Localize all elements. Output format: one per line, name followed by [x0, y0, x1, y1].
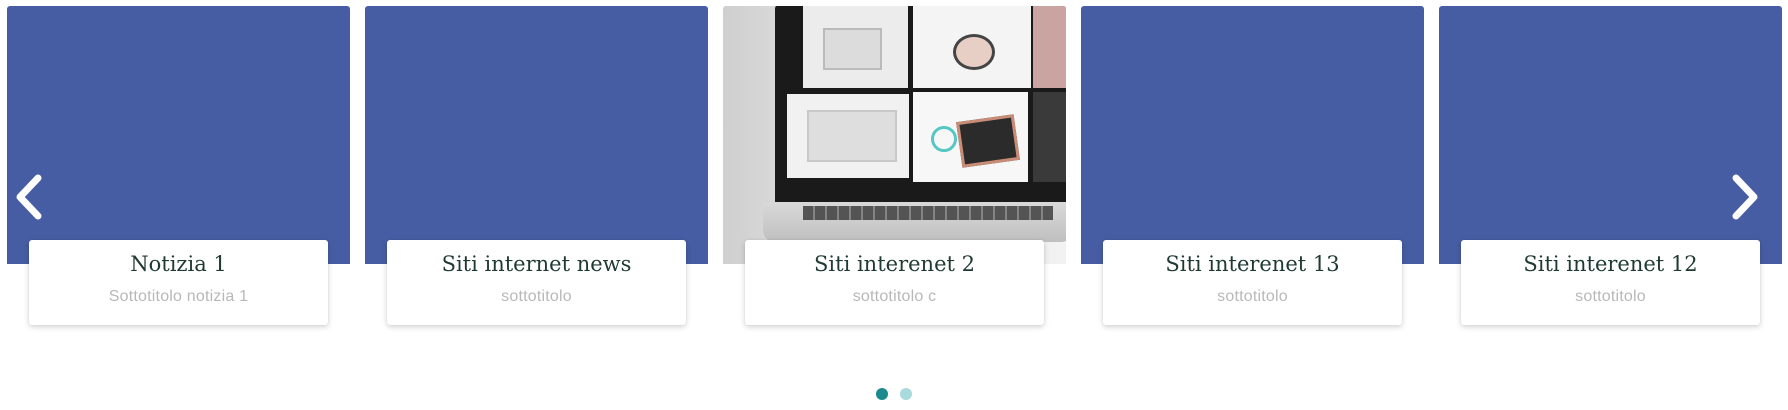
slide-title: Siti interenet 13: [1165, 252, 1340, 276]
pagination-dot-2[interactable]: [900, 388, 912, 400]
slide-card[interactable]: Siti interenet 2 sottotitolo c: [745, 240, 1044, 325]
slide-card[interactable]: Siti internet news sottotitolo: [387, 240, 686, 325]
slide-3[interactable]: Siti interenet 2 sottotitolo c: [723, 6, 1066, 326]
carousel-prev-button[interactable]: [10, 172, 50, 222]
slide-subtitle: sottotitolo: [1217, 288, 1288, 305]
slide-subtitle: sottotitolo: [501, 288, 572, 305]
slide-image-placeholder: [1439, 6, 1782, 264]
slide-card[interactable]: Siti interenet 13 sottotitolo: [1103, 240, 1402, 325]
slide-image-placeholder: [365, 6, 708, 264]
slide-image-placeholder: [7, 6, 350, 264]
news-carousel: Notizia 1 Sottotitolo notizia 1 Siti int…: [0, 0, 1788, 410]
carousel-next-button[interactable]: [1724, 172, 1764, 222]
chevron-left-icon: [16, 174, 42, 220]
slide-2[interactable]: Siti internet news sottotitolo: [365, 6, 708, 326]
slide-subtitle: sottotitolo: [1575, 288, 1646, 305]
slide-title: Siti interenet 2: [814, 252, 975, 276]
slide-5[interactable]: Siti interenet 12 sottotitolo: [1439, 6, 1782, 326]
slide-4[interactable]: Siti interenet 13 sottotitolo: [1081, 6, 1424, 326]
slide-title: Siti interenet 12: [1523, 252, 1698, 276]
pagination-dot-1-active[interactable]: [876, 388, 888, 400]
chevron-right-icon: [1732, 174, 1758, 220]
slide-subtitle: sottotitolo c: [852, 288, 937, 305]
slide-subtitle: Sottotitolo notizia 1: [108, 288, 249, 305]
slide-title: Siti internet news: [441, 252, 632, 276]
slide-image-placeholder: [1081, 6, 1424, 264]
slide-title: Notizia 1: [130, 252, 227, 276]
carousel-pagination: [0, 388, 1788, 402]
slide-1[interactable]: Notizia 1 Sottotitolo notizia 1: [7, 6, 350, 326]
slide-card[interactable]: Notizia 1 Sottotitolo notizia 1: [29, 240, 328, 325]
slide-card[interactable]: Siti interenet 12 sottotitolo: [1461, 240, 1760, 325]
slide-image-photo: [723, 6, 1066, 264]
